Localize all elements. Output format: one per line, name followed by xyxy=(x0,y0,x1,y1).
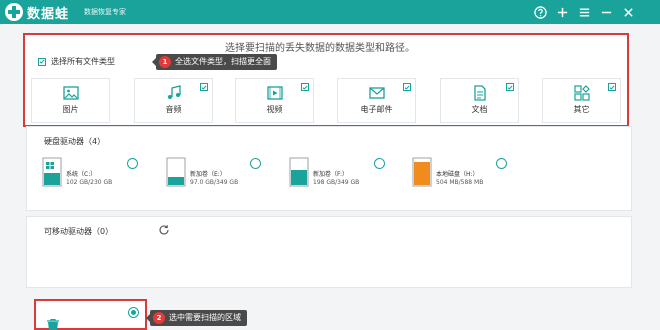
image-icon xyxy=(62,84,80,102)
refresh-button[interactable] xyxy=(158,224,170,236)
audio-icon xyxy=(165,84,183,102)
refresh-icon xyxy=(159,225,169,235)
recycle-bin-radio[interactable] xyxy=(128,307,139,318)
checkbox-checked-icon[interactable] xyxy=(506,83,514,91)
drive-name: 本地磁盘（H:） xyxy=(436,171,479,178)
file-type-card-image[interactable]: 图片 xyxy=(31,78,110,123)
drive-size: 198 GB/349 GB xyxy=(313,179,360,186)
file-type-label: 音频 xyxy=(165,105,182,114)
removable-drives-panel: 可移动驱动器（0） xyxy=(26,216,632,288)
file-type-card-email[interactable]: 电子邮件 xyxy=(337,78,416,123)
drive-item[interactable]: 新加卷（E:） 97.0 GB/349 GB xyxy=(166,157,286,197)
file-type-label: 电子邮件 xyxy=(360,105,393,114)
help-button[interactable] xyxy=(531,3,549,21)
select-all-label: 选择所有文件类型 xyxy=(51,57,115,66)
removable-drives-title: 可移动驱动器（0） xyxy=(44,227,114,236)
select-all-checkbox[interactable]: 选择所有文件类型 xyxy=(38,56,115,67)
drive-size: 504 MB/588 MB xyxy=(436,179,484,186)
drive-size: 97.0 GB/349 GB xyxy=(190,179,239,186)
drive-icon xyxy=(166,157,186,187)
document-icon xyxy=(471,84,489,102)
file-type-label: 文档 xyxy=(471,105,488,114)
other-icon xyxy=(573,84,591,102)
close-button[interactable] xyxy=(619,3,637,21)
menu-icon xyxy=(579,8,589,16)
checkbox-checked-icon[interactable] xyxy=(38,57,46,66)
tooltip-select-area-hint: 2 选中需要扫描的区域 xyxy=(146,310,247,326)
drive-radio-e[interactable] xyxy=(250,158,261,169)
file-type-label: 其它 xyxy=(573,105,590,114)
drive-name: 新加卷（F:） xyxy=(313,171,349,178)
video-icon xyxy=(266,84,284,102)
plus-icon xyxy=(557,7,567,17)
tooltip-text: 选中需要扫描的区域 xyxy=(169,313,241,322)
instruction-text: 选择要扫描的丢失数据的数据类型和路径。 xyxy=(225,43,415,54)
title-bar: 数据蛙 数据恢复专家 xyxy=(0,0,660,24)
tooltip-text: 全选文件类型，扫描更全面 xyxy=(175,57,271,66)
file-type-label: 图片 xyxy=(62,105,79,114)
drive-item[interactable]: 新加卷（F:） 198 GB/349 GB xyxy=(289,157,409,197)
file-type-label: 视频 xyxy=(266,105,283,114)
step-badge-1: 1 xyxy=(159,56,171,68)
minimize-icon xyxy=(601,11,611,13)
checkbox-checked-icon[interactable] xyxy=(301,83,309,91)
drive-icon xyxy=(412,157,432,187)
hard-drives-title: 硬盘驱动器（4） xyxy=(44,137,106,146)
drive-name: 新加卷（E:） xyxy=(190,171,226,178)
checkbox-checked-icon[interactable] xyxy=(403,83,411,91)
recycle-bin-location[interactable] xyxy=(34,299,147,330)
app-tagline: 数据恢复专家 xyxy=(84,8,126,16)
menu-button[interactable] xyxy=(575,3,593,21)
file-type-section: 选择要扫描的丢失数据的数据类型和路径。 选择所有文件类型 1 全选文件类型，扫描… xyxy=(23,33,629,127)
file-type-card-other[interactable]: 其它 xyxy=(542,78,621,123)
app-logo-icon xyxy=(4,2,24,22)
windows-drive-icon xyxy=(42,157,62,187)
drive-radio-c[interactable] xyxy=(127,158,138,169)
file-type-card-audio[interactable]: 音频 xyxy=(134,78,213,123)
drive-radio-h[interactable] xyxy=(496,158,507,169)
drive-icon xyxy=(289,157,309,187)
file-type-card-document[interactable]: 文档 xyxy=(440,78,519,123)
help-icon xyxy=(533,5,547,19)
drive-radio-f[interactable] xyxy=(374,158,385,169)
recycle-bin-icon xyxy=(44,318,62,330)
checkbox-checked-icon[interactable] xyxy=(200,83,208,91)
email-icon xyxy=(368,84,386,102)
drive-item[interactable]: 系统（C:） 102 GB/230 GB xyxy=(42,157,162,197)
drive-item[interactable]: 本地磁盘（H:） 504 MB/588 MB xyxy=(412,157,532,197)
tooltip-select-all-hint: 1 全选文件类型，扫描更全面 xyxy=(152,54,277,70)
drive-size: 102 GB/230 GB xyxy=(66,179,113,186)
minimize-button[interactable] xyxy=(597,3,615,21)
drive-name: 系统（C:） xyxy=(66,171,97,178)
add-button[interactable] xyxy=(553,3,571,21)
step-badge-2: 2 xyxy=(153,312,165,324)
file-type-card-video[interactable]: 视频 xyxy=(235,78,314,123)
app-name: 数据蛙 xyxy=(27,7,70,22)
close-icon xyxy=(623,7,633,17)
checkbox-checked-icon[interactable] xyxy=(608,83,616,91)
